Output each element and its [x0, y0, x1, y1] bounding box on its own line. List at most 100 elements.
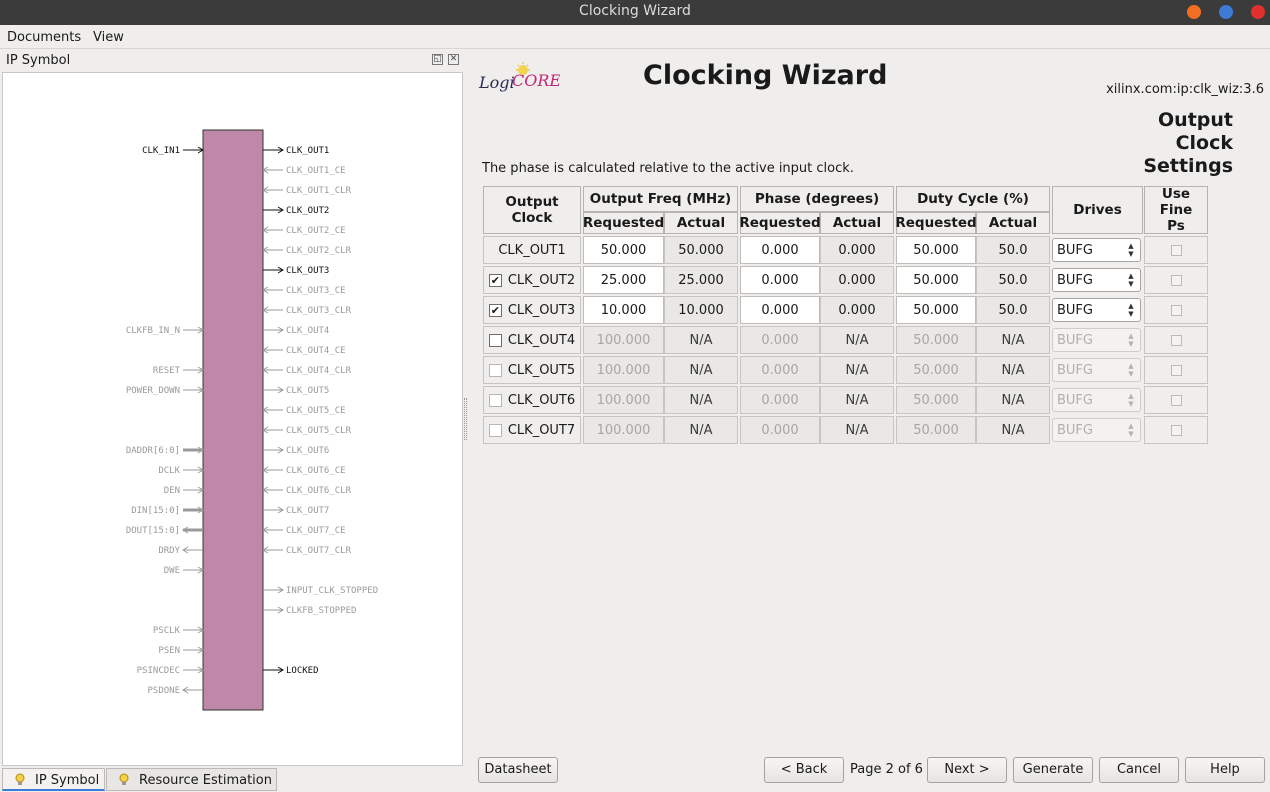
ip-block — [202, 129, 264, 711]
window-title: Clocking Wizard — [579, 3, 691, 19]
float-icon[interactable]: ◱ — [432, 54, 443, 65]
help-button[interactable]: Help — [1185, 757, 1265, 783]
phase-actual-value: 0.000 — [820, 236, 894, 264]
duty-requested-input[interactable]: 50.000 — [896, 236, 976, 264]
output-pin-label: CLK_OUT3_CLR — [286, 306, 352, 316]
drives-select[interactable]: BUFG ▲ ▼ — [1052, 328, 1141, 352]
duty-requested-input[interactable]: 50.000 — [896, 266, 976, 294]
input-pin-label: PSDONE — [147, 686, 180, 696]
freq-requested-input: 100.000 — [583, 356, 664, 384]
left-panel-tabs: IP Symbol Resource Estimation — [0, 767, 463, 792]
input-pin-label: PSINCDEC — [137, 666, 180, 676]
phase-actual-value: N/A — [820, 386, 894, 414]
freq-requested-input[interactable]: 25.000 — [583, 266, 664, 294]
drives-select[interactable]: BUFG ▲ ▼ — [1052, 418, 1141, 442]
input-pin-label: DRDY — [158, 546, 180, 556]
lightbulb-icon — [15, 773, 25, 785]
enable-clock-checkbox[interactable] — [488, 333, 502, 347]
close-button[interactable] — [1251, 5, 1265, 19]
generate-button[interactable]: Generate — [1013, 757, 1093, 783]
duty-actual-value: N/A — [976, 356, 1050, 384]
spinner-arrows-icon: ▲ ▼ — [1128, 242, 1134, 258]
duty-actual-value: 50.0 — [976, 236, 1050, 264]
output-clock-label: CLK_OUT5 — [507, 362, 576, 378]
use-fine-ps-checkbox[interactable] — [1170, 304, 1182, 316]
freq-actual-value: N/A — [664, 356, 738, 384]
duty-requested-input[interactable]: 50.000 — [896, 296, 976, 324]
menu-documents[interactable]: Documents — [7, 30, 81, 45]
output-clock-label: CLK_OUT7 — [507, 422, 576, 438]
close-panel-icon[interactable]: ✕ — [448, 54, 459, 65]
drives-select[interactable]: BUFG ▲ ▼ — [1052, 298, 1141, 322]
phase-requested-input[interactable]: 0.000 — [740, 296, 820, 324]
menu-view[interactable]: View — [93, 30, 124, 45]
phase-requested-input[interactable]: 0.000 — [740, 236, 820, 264]
header-phase-actual: Actual — [820, 212, 894, 234]
enable-clock-checkbox[interactable] — [488, 423, 502, 437]
use-fine-ps-cell — [1144, 356, 1208, 384]
back-button[interactable]: < Back — [764, 757, 844, 783]
use-fine-ps-cell — [1144, 326, 1208, 354]
drives-select-value: BUFG — [1057, 243, 1093, 258]
output-pin-label: CLK_OUT5 — [286, 386, 329, 396]
input-pin-label: DWE — [164, 566, 180, 576]
header-duty-actual: Actual — [976, 212, 1050, 234]
logicore-logo-icon: Logi CORE — [478, 62, 561, 92]
use-fine-ps-checkbox[interactable] — [1170, 424, 1182, 436]
output-clock-name-cell: CLK_OUT7 — [483, 416, 581, 444]
use-fine-ps-checkbox[interactable] — [1170, 394, 1182, 406]
use-fine-ps-cell — [1144, 266, 1208, 294]
spinner-arrows-icon: ▲ ▼ — [1128, 332, 1134, 348]
freq-requested-input[interactable]: 50.000 — [583, 236, 664, 264]
output-clock-label: CLK_OUT6 — [507, 392, 576, 408]
minimize-button[interactable] — [1187, 5, 1201, 19]
phase-actual-value: N/A — [820, 416, 894, 444]
ip-symbol-diagram: CLK_IN1 CLKFB_IN_N RESET POWER_DOWN DADDR[6:… — [126, 129, 378, 711]
drives-select[interactable]: BUFG ▲ ▼ — [1052, 268, 1141, 292]
panel-splitter[interactable] — [464, 398, 467, 440]
output-pin-label: CLK_OUT6_CE — [286, 466, 346, 476]
duty-actual-value: 50.0 — [976, 296, 1050, 324]
duty-actual-value: N/A — [976, 326, 1050, 354]
header-drives: Drives — [1052, 186, 1143, 234]
drives-select[interactable]: BUFG ▲ ▼ — [1052, 388, 1141, 412]
output-clock-label: CLK_OUT3 — [507, 302, 576, 318]
output-clock-label: CLK_OUT1 — [498, 242, 566, 258]
output-pin-label: CLK_OUT5_CLR — [286, 426, 352, 436]
freq-actual-value: N/A — [664, 326, 738, 354]
drives-select-value: BUFG — [1057, 333, 1093, 348]
input-pin-label: POWER_DOWN — [126, 386, 180, 396]
maximize-button[interactable] — [1219, 5, 1233, 19]
tab-resource-estimation[interactable]: Resource Estimation — [106, 768, 277, 791]
enable-clock-checkbox[interactable]: ✔ — [488, 273, 502, 287]
enable-clock-checkbox[interactable]: ✔ — [488, 303, 502, 317]
output-clock-name-cell: CLK_OUT5 — [483, 356, 581, 384]
tab-ip-symbol[interactable]: IP Symbol — [2, 768, 105, 791]
output-pin-label: CLK_OUT6 — [286, 446, 329, 456]
output-pin-label: CLK_OUT1 — [286, 146, 329, 156]
input-pin-label: PSEN — [158, 646, 180, 656]
input-pin-label: DIN[15:0] — [131, 506, 180, 516]
use-fine-ps-checkbox[interactable] — [1170, 334, 1182, 346]
freq-requested-input[interactable]: 10.000 — [583, 296, 664, 324]
use-fine-ps-checkbox[interactable] — [1170, 244, 1182, 256]
output-clock-name-cell: ✔ CLK_OUT2 — [483, 266, 581, 294]
duty-requested-input: 50.000 — [896, 326, 976, 354]
phase-requested-input[interactable]: 0.000 — [740, 266, 820, 294]
duty-actual-value: N/A — [976, 416, 1050, 444]
phase-requested-input: 0.000 — [740, 356, 820, 384]
use-fine-ps-checkbox[interactable] — [1170, 364, 1182, 376]
use-fine-ps-checkbox[interactable] — [1170, 274, 1182, 286]
next-button[interactable]: Next > — [927, 757, 1007, 783]
enable-clock-checkbox[interactable] — [488, 363, 502, 377]
freq-requested-input: 100.000 — [583, 326, 664, 354]
tab-resource-estimation-label: Resource Estimation — [139, 773, 272, 788]
use-fine-ps-cell — [1144, 296, 1208, 324]
output-pin-label: CLK_OUT2 — [286, 206, 329, 216]
phase-actual-value: N/A — [820, 356, 894, 384]
datasheet-button[interactable]: Datasheet — [478, 757, 558, 783]
cancel-button[interactable]: Cancel — [1099, 757, 1179, 783]
drives-select[interactable]: BUFG ▲ ▼ — [1052, 358, 1141, 382]
drives-select[interactable]: BUFG ▲ ▼ — [1052, 238, 1141, 262]
enable-clock-checkbox[interactable] — [488, 393, 502, 407]
